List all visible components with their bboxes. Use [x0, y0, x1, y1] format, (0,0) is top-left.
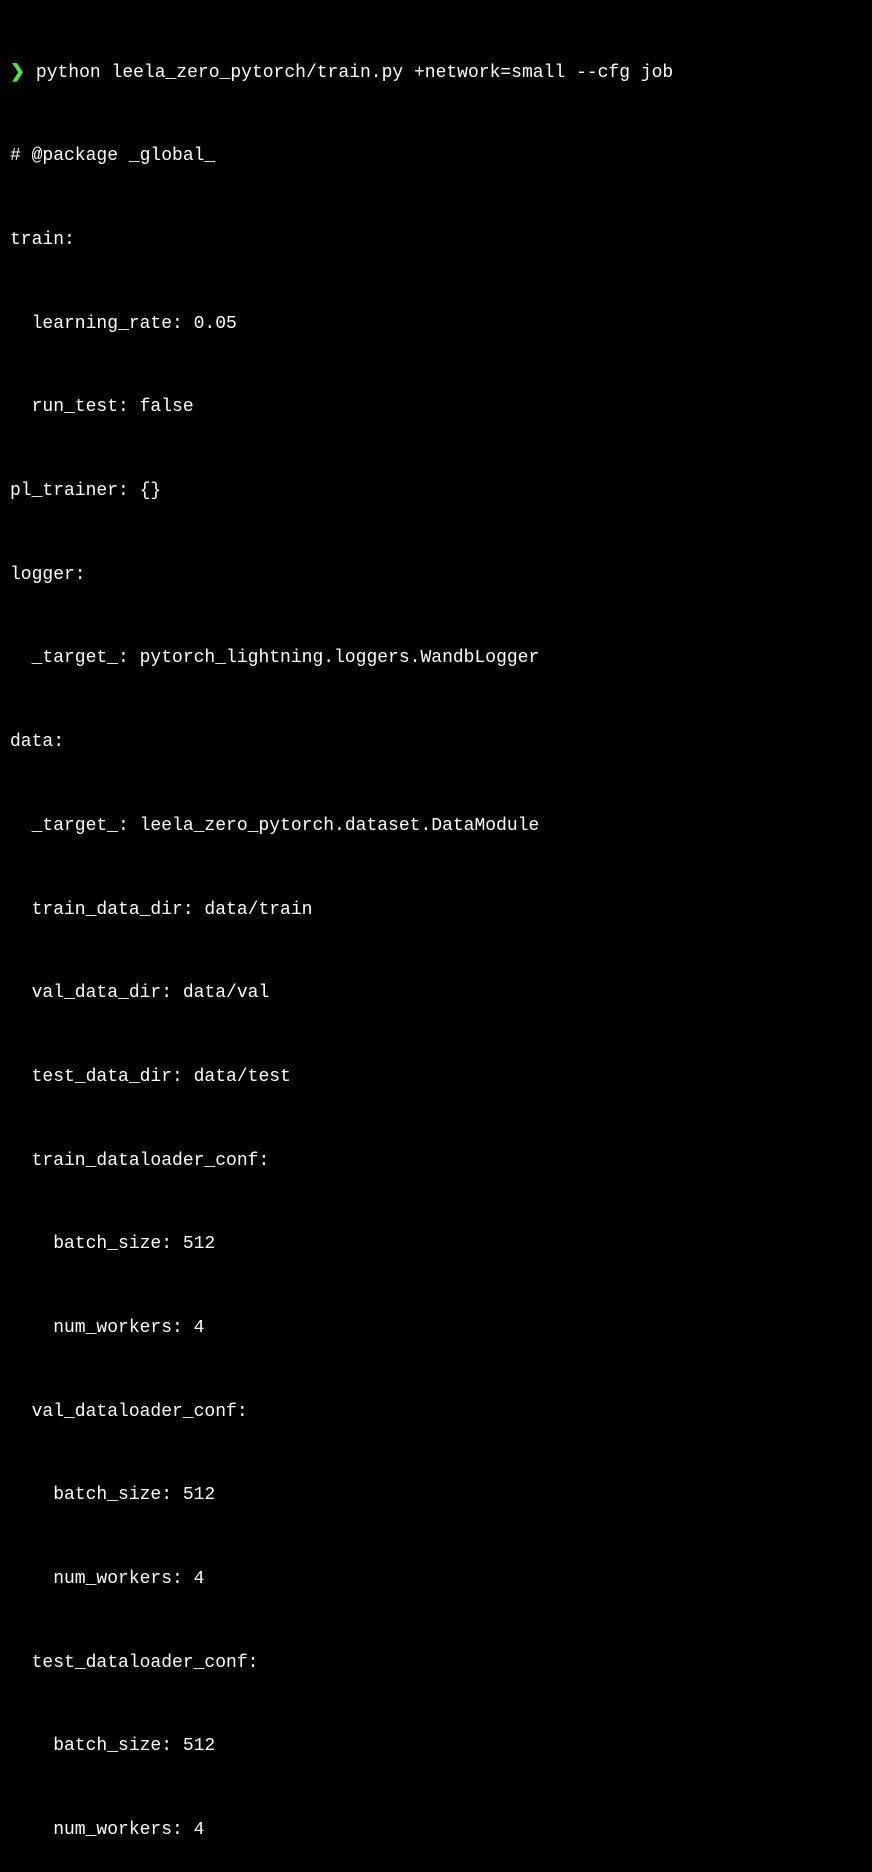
- output-line: num_workers: 4: [0, 1315, 872, 1343]
- output-line: _target_: leela_zero_pytorch.dataset.Dat…: [0, 813, 872, 841]
- output-line: data:: [0, 729, 872, 757]
- output-line: val_dataloader_conf:: [0, 1399, 872, 1427]
- output-line: batch_size: 512: [0, 1733, 872, 1761]
- output-line: num_workers: 4: [0, 1817, 872, 1845]
- output-line: # @package _global_: [0, 143, 872, 171]
- output-line: learning_rate: 0.05: [0, 311, 872, 339]
- output-line: num_workers: 4: [0, 1566, 872, 1594]
- output-line: test_dataloader_conf:: [0, 1650, 872, 1678]
- output-line: run_test: false: [0, 394, 872, 422]
- output-line: val_data_dir: data/val: [0, 980, 872, 1008]
- output-line: test_data_dir: data/test: [0, 1064, 872, 1092]
- command-line: ❯ python leela_zero_pytorch/train.py +ne…: [0, 60, 872, 88]
- output-line: _target_: pytorch_lightning.loggers.Wand…: [0, 645, 872, 673]
- output-line: train:: [0, 227, 872, 255]
- output-line: train_data_dir: data/train: [0, 897, 872, 925]
- command-text: python leela_zero_pytorch/train.py +netw…: [36, 63, 673, 83]
- output-line: batch_size: 512: [0, 1482, 872, 1510]
- output-line: pl_trainer: {}: [0, 478, 872, 506]
- prompt-symbol: ❯: [10, 63, 25, 83]
- terminal-output[interactable]: ❯ python leela_zero_pytorch/train.py +ne…: [0, 4, 872, 1872]
- output-line: batch_size: 512: [0, 1231, 872, 1259]
- output-line: train_dataloader_conf:: [0, 1148, 872, 1176]
- output-line: logger:: [0, 562, 872, 590]
